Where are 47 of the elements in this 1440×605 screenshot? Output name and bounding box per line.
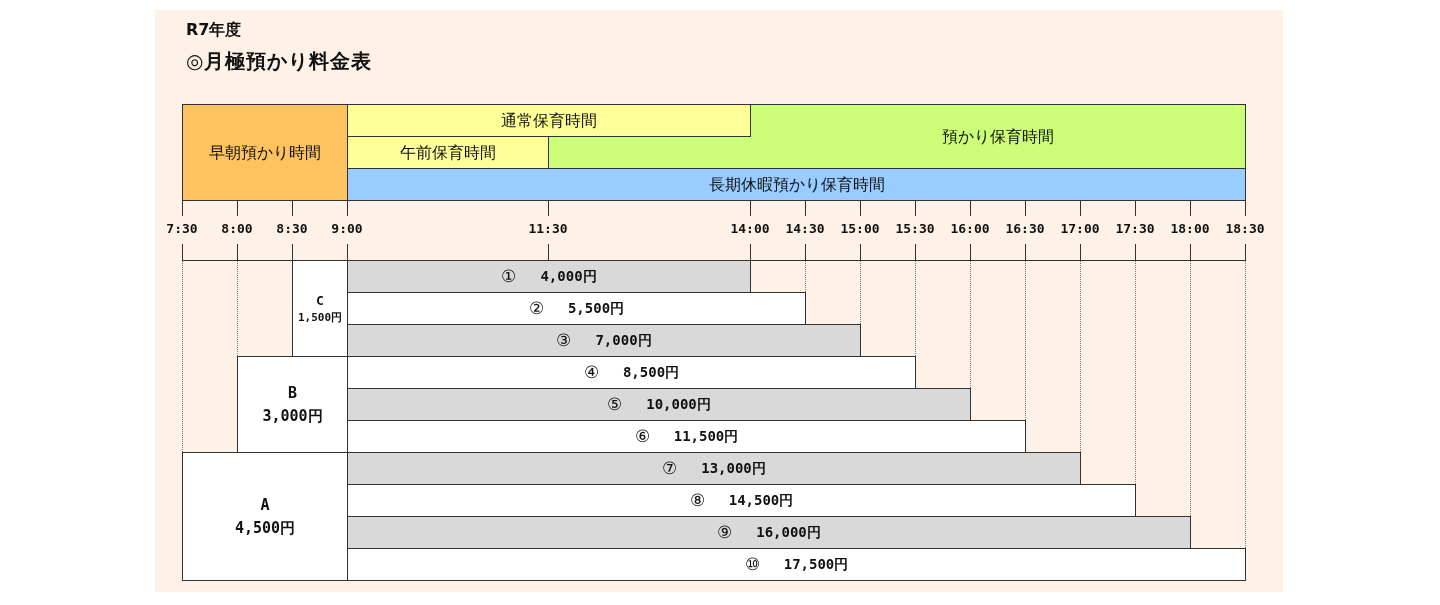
- time-label: 16:30: [1004, 220, 1046, 238]
- fee-amount: 5,500円: [567, 299, 625, 318]
- group-fee: 1,500円: [297, 310, 343, 326]
- time-label: 18:30: [1224, 220, 1266, 238]
- group-fee: 3,000円: [262, 405, 323, 427]
- time-band: 通常保育時間: [347, 104, 751, 137]
- fee-amount: 7,000円: [595, 331, 652, 350]
- time-band: 長期休暇預かり保育時間: [347, 168, 1246, 201]
- fee-amount: 11,500円: [673, 427, 739, 446]
- plan-number: ④: [583, 360, 599, 384]
- fee-amount: 8,500円: [622, 363, 680, 382]
- time-label: 15:00: [839, 220, 881, 238]
- time-label: 9:00: [330, 220, 364, 238]
- time-label: 17:30: [1114, 220, 1156, 238]
- year-label: R7年度: [186, 19, 242, 41]
- time-label: 14:30: [784, 220, 826, 238]
- group-label: A: [260, 495, 270, 516]
- plan-number: ②: [528, 296, 544, 320]
- plan-number: ⑤: [607, 392, 623, 416]
- time-label: 14:00: [729, 220, 771, 238]
- time-label: 8:00: [220, 220, 254, 238]
- fee-amount: 4,000円: [540, 267, 597, 286]
- time-label: 17:00: [1059, 220, 1101, 238]
- plan-number: ⑩: [744, 552, 760, 576]
- time-label: 11:30: [527, 220, 569, 238]
- plan-number: ③: [556, 328, 572, 352]
- fee-amount: 16,000円: [756, 523, 821, 542]
- group-label: C: [316, 291, 324, 310]
- fee-amount: 17,500円: [783, 555, 849, 574]
- plan-number: ①: [501, 264, 517, 288]
- fee-amount: 13,000円: [701, 459, 766, 478]
- group-fee: 4,500円: [234, 517, 296, 539]
- chart-title: ◎月極預かり料金表: [186, 48, 373, 75]
- time-label: 15:30: [894, 220, 936, 238]
- fee-amount: 14,500円: [728, 491, 794, 510]
- plan-number: ⑥: [634, 424, 650, 448]
- time-label: 7:30: [165, 220, 199, 238]
- plan-number: ⑧: [689, 488, 705, 512]
- plan-number: ⑦: [662, 456, 678, 480]
- fee-amount: 10,000円: [646, 395, 711, 414]
- time-band: 早朝預かり時間: [182, 104, 348, 201]
- time-label: 18:00: [1169, 220, 1211, 238]
- plan-number: ⑨: [717, 520, 733, 544]
- time-label: 8:30: [275, 220, 309, 238]
- time-band: 午前保育時間: [347, 136, 549, 169]
- group-label: B: [288, 383, 297, 404]
- time-label: 16:00: [949, 220, 991, 238]
